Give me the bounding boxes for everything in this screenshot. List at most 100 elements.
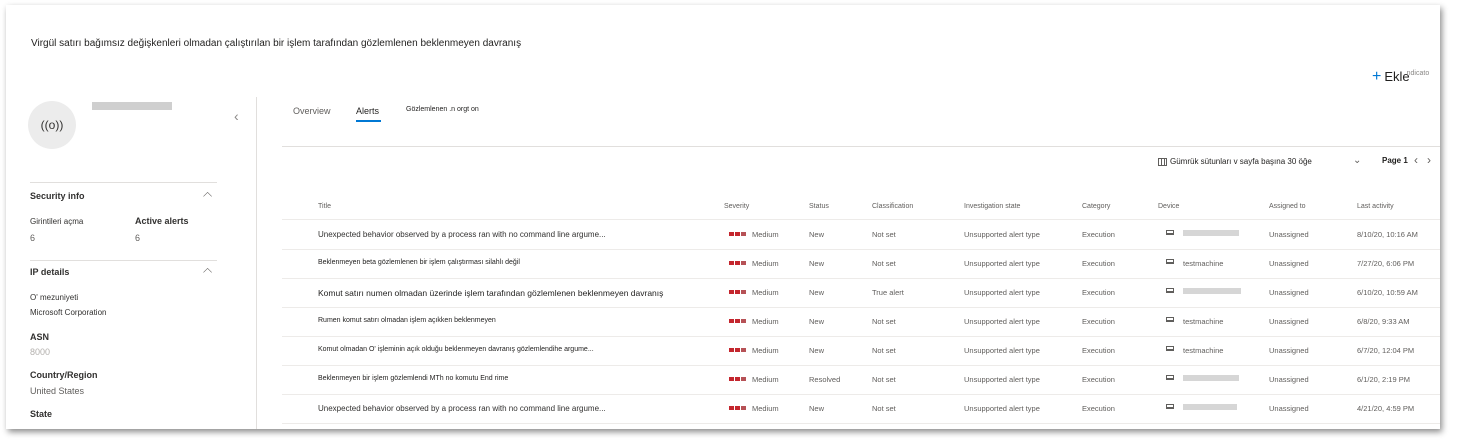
col-title[interactable]: Title xyxy=(318,203,331,210)
table-row[interactable]: Rumen komut satırı olmadan işlem açıkken… xyxy=(282,307,1440,337)
page-title: Virgül satırı bağımsız değişkenleri olma… xyxy=(31,38,522,49)
col-status[interactable]: Status xyxy=(809,203,829,210)
table-row[interactable]: Komut olmadan O' işleminin açık olduğu b… xyxy=(282,336,1440,366)
status-value: New xyxy=(809,230,825,239)
category-value: Execution xyxy=(1082,288,1115,297)
alert-title[interactable]: Unexpected behavior observed by a proces… xyxy=(318,230,606,239)
device-name-redacted[interactable] xyxy=(1183,230,1239,236)
severity-value: Medium xyxy=(752,404,779,413)
device-name-redacted[interactable] xyxy=(1183,404,1237,410)
chevron-down-icon[interactable]: ⌄ xyxy=(1353,155,1361,166)
panel-divider xyxy=(256,97,257,429)
asn-label: ASN xyxy=(30,332,50,342)
page-label: Page 1 xyxy=(1382,156,1408,165)
table-row[interactable]: Beklenmeyen beta gözlemlenen bir işlem ç… xyxy=(282,249,1440,279)
investigation-value: Unsupported alert type xyxy=(964,346,1040,355)
last-activity-value: 7/27/20, 6:06 PM xyxy=(1357,259,1415,268)
investigation-value: Unsupported alert type xyxy=(964,317,1040,326)
category-value: Execution xyxy=(1082,317,1115,326)
device-name[interactable]: testmachine xyxy=(1183,317,1223,326)
divider xyxy=(30,182,217,183)
assigned-value: Unassigned xyxy=(1269,346,1309,355)
severity-icon xyxy=(729,377,746,381)
active-alerts-label: Active alerts xyxy=(135,216,189,226)
assigned-value: Unassigned xyxy=(1269,230,1309,239)
assigned-value: Unassigned xyxy=(1269,259,1309,268)
status-value: New xyxy=(809,346,825,355)
last-activity-value: 6/1/20, 2:19 PM xyxy=(1357,375,1410,384)
alert-title[interactable]: Rumen komut satırı olmadan işlem açıkken… xyxy=(318,317,496,324)
organization-label: O' mezuniyeti xyxy=(30,293,79,302)
active-alerts-value: 6 xyxy=(135,233,141,243)
previous-page-icon[interactable]: ‹ xyxy=(1414,153,1418,167)
device-name-redacted[interactable] xyxy=(1183,288,1241,294)
last-activity-value: 8/10/20, 10:16 AM xyxy=(1357,230,1418,239)
table-row[interactable]: Beklenmeyen bir işlem gözlemlendi MTh no… xyxy=(282,365,1440,395)
organization-value: Microsoft Corporation xyxy=(30,308,107,317)
severity-value: Medium xyxy=(752,317,779,326)
device-name[interactable]: testmachine xyxy=(1183,259,1223,268)
severity-value: Medium xyxy=(752,375,779,384)
asn-value: 8000 xyxy=(30,347,51,357)
assigned-value: Unassigned xyxy=(1269,317,1309,326)
logons-value: 6 xyxy=(30,233,36,243)
table-row[interactable]: Unexpected behavior observed by a proces… xyxy=(282,394,1440,424)
category-value: Execution xyxy=(1082,375,1115,384)
alert-title[interactable]: Komut olmadan O' işleminin açık olduğu b… xyxy=(318,346,594,353)
device-icon xyxy=(1166,230,1174,235)
assigned-value: Unassigned xyxy=(1269,404,1309,413)
device-icon xyxy=(1166,259,1174,264)
chevron-up-icon[interactable]: ⌵ xyxy=(203,188,212,203)
chevron-up-icon[interactable]: ⌵ xyxy=(203,264,212,279)
col-last-activity[interactable]: Last activity xyxy=(1357,203,1394,210)
col-severity[interactable]: Severity xyxy=(724,203,749,210)
investigation-value: Unsupported alert type xyxy=(964,288,1040,297)
investigation-value: Unsupported alert type xyxy=(964,375,1040,384)
state-label: State xyxy=(30,409,53,419)
status-value: New xyxy=(809,288,825,297)
alert-title[interactable]: Beklenmeyen beta gözlemlenen bir işlem ç… xyxy=(318,259,520,266)
customize-label: Gümrük sütunları v sayfa başına 30 öğe xyxy=(1170,157,1312,166)
severity-value: Medium xyxy=(752,259,779,268)
severity-icon xyxy=(729,319,746,323)
investigation-value: Unsupported alert type xyxy=(964,404,1040,413)
col-assigned-to[interactable]: Assigned to xyxy=(1269,203,1306,210)
table-row[interactable]: Unexpected behavior observed by a proces… xyxy=(282,220,1440,250)
severity-value: Medium xyxy=(752,230,779,239)
app-window: Virgül satırı bağımsız değişkenleri olma… xyxy=(6,5,1440,429)
device-name[interactable]: testmachine xyxy=(1183,346,1223,355)
col-investigation-state[interactable]: Investigation state xyxy=(964,203,1020,210)
col-category[interactable]: Category xyxy=(1082,203,1110,210)
table-row[interactable]: Komut satırı numen olmadan üzerinde işle… xyxy=(282,278,1440,308)
device-icon xyxy=(1166,404,1174,409)
severity-icon xyxy=(729,232,746,236)
status-value: Resolved xyxy=(809,375,841,384)
alert-title[interactable]: Komut satırı numen olmadan üzerinde işle… xyxy=(318,288,663,298)
col-device[interactable]: Device xyxy=(1158,203,1179,210)
col-classification[interactable]: Classification xyxy=(872,203,913,210)
alert-title[interactable]: Beklenmeyen bir işlem gözlemlendi MTh no… xyxy=(318,375,508,382)
tab-alerts[interactable]: Alerts xyxy=(356,106,379,116)
investigation-value: Unsupported alert type xyxy=(964,259,1040,268)
classification-value: Not set xyxy=(872,259,896,268)
divider xyxy=(282,146,1440,147)
device-icon xyxy=(1166,288,1174,293)
last-activity-value: 6/7/20, 12:04 PM xyxy=(1357,346,1415,355)
next-page-icon[interactable]: › xyxy=(1427,153,1431,167)
add-indicator-button[interactable]: + Ekle ndicato xyxy=(1372,68,1429,84)
tab-overview[interactable]: Overview xyxy=(293,106,331,116)
customize-columns-button[interactable]: Gümrük sütunları v sayfa başına 30 öğe xyxy=(1158,157,1312,166)
alert-title[interactable]: Unexpected behavior observed by a proces… xyxy=(318,404,606,413)
severity-icon xyxy=(729,348,746,352)
entity-name-redacted xyxy=(92,102,172,110)
status-value: New xyxy=(809,317,825,326)
collapse-panel-chevron-icon[interactable]: ‹ xyxy=(234,108,239,124)
classification-value: Not set xyxy=(872,375,896,384)
device-name-redacted[interactable] xyxy=(1183,375,1239,381)
device-icon xyxy=(1166,375,1174,380)
severity-icon xyxy=(729,261,746,265)
classification-value: Not set xyxy=(872,404,896,413)
severity-icon xyxy=(729,290,746,294)
last-activity-value: 6/10/20, 10:59 AM xyxy=(1357,288,1418,297)
tab-observed[interactable]: Gözlemlenen .n orgt on xyxy=(406,106,479,113)
